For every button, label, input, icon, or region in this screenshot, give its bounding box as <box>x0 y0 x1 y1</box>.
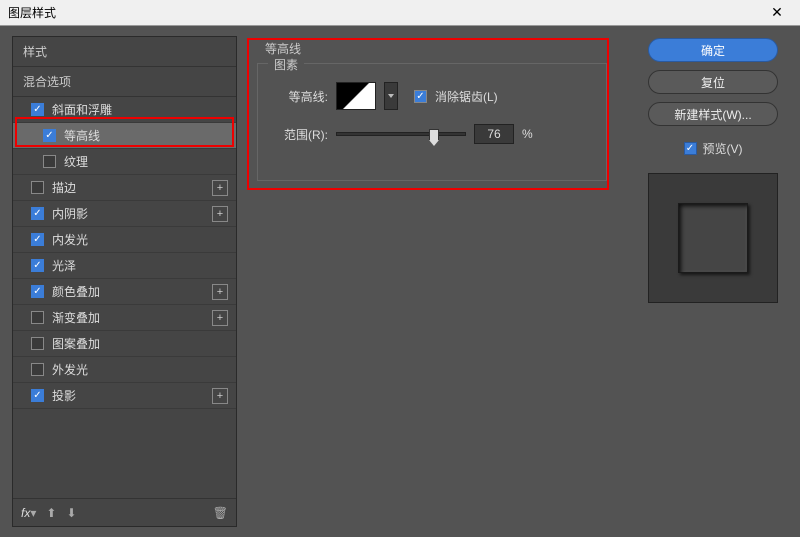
style-row-2[interactable]: 纹理 <box>13 149 236 175</box>
contour-picker[interactable] <box>336 82 376 110</box>
down-icon[interactable]: ⬇ <box>66 506 76 520</box>
preview-box <box>648 173 778 303</box>
style-row-9[interactable]: 图案叠加 <box>13 331 236 357</box>
title-bar: 图层样式 ✕ <box>0 0 800 26</box>
antialias-checkbox[interactable] <box>414 90 427 103</box>
style-label: 内阴影 <box>52 205 212 222</box>
dialog-title: 图层样式 <box>8 4 56 21</box>
style-label: 等高线 <box>64 127 228 144</box>
style-checkbox[interactable] <box>31 207 44 220</box>
style-checkbox[interactable] <box>31 233 44 246</box>
style-checkbox[interactable] <box>31 363 44 376</box>
elements-fieldset: 图素 等高线: 消除锯齿(L) 范围(R): % <box>257 63 607 181</box>
contour-dropdown[interactable] <box>384 82 398 110</box>
preview-swatch <box>678 203 748 273</box>
new-style-button[interactable]: 新建样式(W)... <box>648 102 778 126</box>
add-effect-icon[interactable]: + <box>212 206 228 222</box>
style-label: 内发光 <box>52 231 228 248</box>
range-unit: % <box>522 127 533 141</box>
add-effect-icon[interactable]: + <box>212 284 228 300</box>
styles-footer: fx▾ ⬆ ⬇ 🗑 <box>13 498 236 526</box>
style-label: 外发光 <box>52 361 228 378</box>
preview-checkbox-icon <box>684 142 697 155</box>
preview-label: 预览(V) <box>703 140 743 157</box>
style-checkbox[interactable] <box>31 389 44 402</box>
style-checkbox[interactable] <box>31 259 44 272</box>
range-slider[interactable] <box>336 132 466 136</box>
settings-panel: 等高线 图素 等高线: 消除锯齿(L) 范围(R): % <box>247 36 628 527</box>
style-checkbox[interactable] <box>31 311 44 324</box>
up-icon[interactable]: ⬆ <box>46 506 56 520</box>
style-row-1[interactable]: 等高线 <box>13 123 236 149</box>
fx-icon[interactable]: fx▾ <box>21 506 36 520</box>
contour-label: 等高线: <box>272 88 328 105</box>
fieldset-legend: 图素 <box>268 56 304 73</box>
section-title: 等高线 <box>265 40 618 57</box>
add-effect-icon[interactable]: + <box>212 180 228 196</box>
style-row-6[interactable]: 光泽 <box>13 253 236 279</box>
range-input[interactable] <box>474 124 514 144</box>
style-row-11[interactable]: 投影+ <box>13 383 236 409</box>
style-list: 斜面和浮雕等高线纹理描边+内阴影+内发光光泽颜色叠加+渐变叠加+图案叠加外发光投… <box>13 97 236 498</box>
style-checkbox[interactable] <box>31 181 44 194</box>
style-row-5[interactable]: 内发光 <box>13 227 236 253</box>
style-row-7[interactable]: 颜色叠加+ <box>13 279 236 305</box>
range-label: 范围(R): <box>272 126 328 143</box>
style-checkbox[interactable] <box>31 285 44 298</box>
style-label: 描边 <box>52 179 212 196</box>
style-checkbox[interactable] <box>31 337 44 350</box>
ok-button[interactable]: 确定 <box>648 38 778 62</box>
style-checkbox[interactable] <box>31 103 44 116</box>
style-row-4[interactable]: 内阴影+ <box>13 201 236 227</box>
style-label: 纹理 <box>64 153 228 170</box>
dialog-body: 样式 混合选项 斜面和浮雕等高线纹理描边+内阴影+内发光光泽颜色叠加+渐变叠加+… <box>0 26 800 537</box>
style-row-3[interactable]: 描边+ <box>13 175 236 201</box>
blending-options[interactable]: 混合选项 <box>13 67 236 97</box>
style-label: 光泽 <box>52 257 228 274</box>
antialias-label: 消除锯齿(L) <box>435 88 498 105</box>
style-row-10[interactable]: 外发光 <box>13 357 236 383</box>
reset-button[interactable]: 复位 <box>648 70 778 94</box>
style-label: 投影 <box>52 387 212 404</box>
close-button[interactable]: ✕ <box>762 3 792 23</box>
action-panel: 确定 复位 新建样式(W)... 预览(V) <box>638 36 788 527</box>
styles-panel: 样式 混合选项 斜面和浮雕等高线纹理描边+内阴影+内发光光泽颜色叠加+渐变叠加+… <box>12 36 237 527</box>
style-label: 颜色叠加 <box>52 283 212 300</box>
style-label: 渐变叠加 <box>52 309 212 326</box>
trash-icon[interactable]: 🗑 <box>213 506 228 520</box>
style-row-0[interactable]: 斜面和浮雕 <box>13 97 236 123</box>
style-label: 斜面和浮雕 <box>52 101 228 118</box>
add-effect-icon[interactable]: + <box>212 388 228 404</box>
styles-header: 样式 <box>13 37 236 67</box>
preview-toggle[interactable]: 预览(V) <box>684 140 743 157</box>
style-checkbox[interactable] <box>43 129 56 142</box>
style-row-8[interactable]: 渐变叠加+ <box>13 305 236 331</box>
style-checkbox[interactable] <box>43 155 56 168</box>
style-label: 图案叠加 <box>52 335 228 352</box>
add-effect-icon[interactable]: + <box>212 310 228 326</box>
range-slider-thumb[interactable] <box>429 129 439 141</box>
